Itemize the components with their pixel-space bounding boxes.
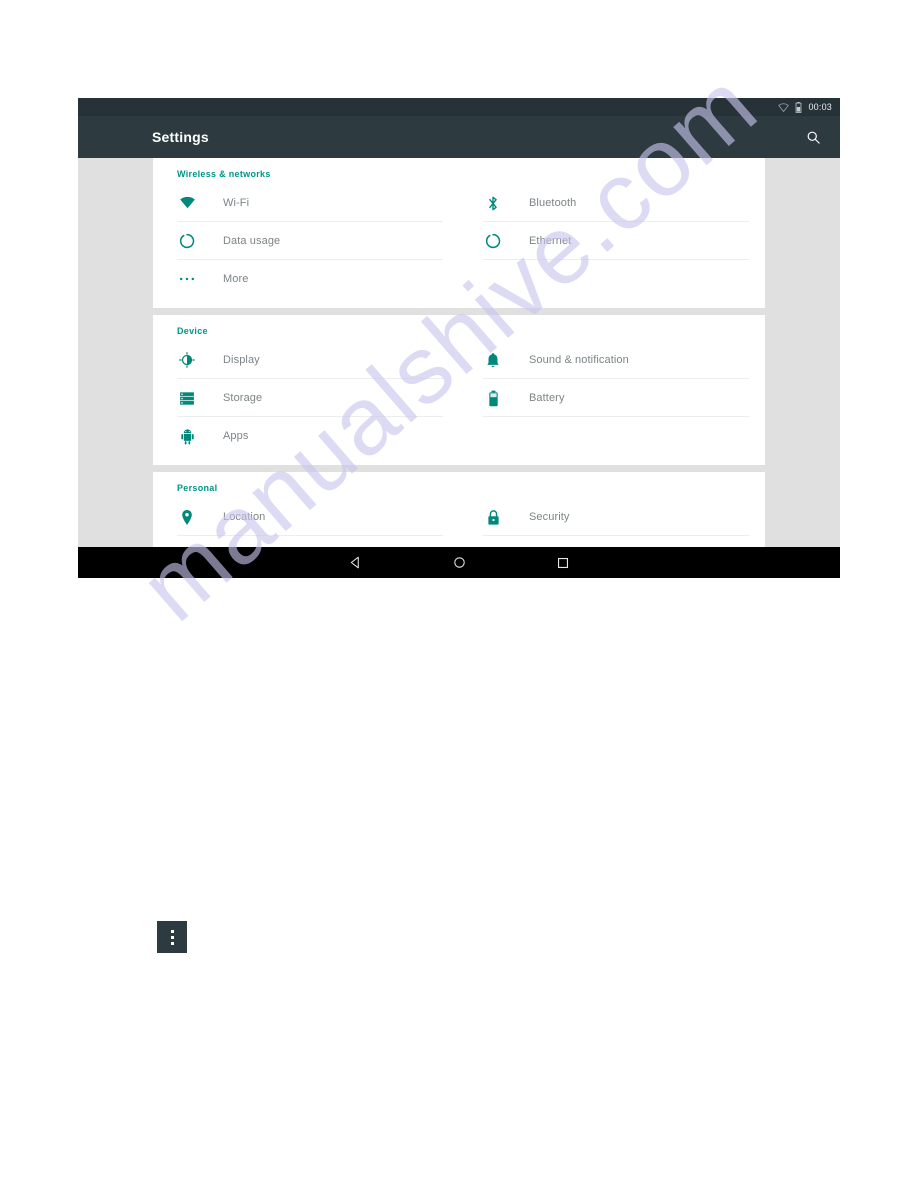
- settings-rows-personal: Location Security: [153, 498, 765, 547]
- recents-key[interactable]: [548, 551, 578, 575]
- search-icon[interactable]: [802, 126, 824, 148]
- battery-icon: [795, 101, 802, 113]
- action-bar: Settings: [78, 116, 840, 158]
- back-key[interactable]: [340, 551, 370, 575]
- bluetooth-icon: [483, 193, 503, 213]
- data-usage-icon: [177, 231, 197, 251]
- settings-row-sound-notification[interactable]: Sound & notification: [459, 341, 765, 379]
- battery-icon: [483, 388, 503, 408]
- settings-row-security[interactable]: Security: [459, 498, 765, 536]
- settings-row-spacer: [459, 417, 765, 455]
- storage-icon: [177, 388, 197, 408]
- settings-row-label: Display: [223, 354, 260, 366]
- page-title: Settings: [152, 129, 209, 145]
- settings-row-battery[interactable]: Battery: [459, 379, 765, 417]
- settings-row-label: Data usage: [223, 235, 281, 247]
- wifi-icon: [778, 102, 790, 112]
- settings-row-label: Ethernet: [529, 235, 572, 247]
- settings-row-wifi[interactable]: Wi-Fi: [153, 184, 459, 222]
- apps-icon: [177, 426, 197, 446]
- settings-row-label: More: [223, 273, 249, 285]
- overflow-dots: [170, 928, 174, 946]
- settings-row-data-usage[interactable]: Data usage: [153, 222, 459, 260]
- status-bar: 00:03: [78, 98, 840, 116]
- settings-card-wireless: Wireless & networks Wi-Fi Bluetooth Data…: [153, 158, 765, 308]
- section-header-device: Device: [177, 326, 208, 336]
- section-header-wireless: Wireless & networks: [177, 169, 271, 179]
- settings-row-apps[interactable]: Apps: [153, 417, 459, 455]
- settings-row-label: Location: [223, 511, 266, 523]
- settings-row-label: Storage: [223, 392, 263, 404]
- settings-rows-device: Display Sound & notification Storage Bat…: [153, 341, 765, 455]
- ethernet-icon: [483, 231, 503, 251]
- settings-card-personal: Personal Location Security: [153, 472, 765, 547]
- status-icons: 00:03: [778, 101, 832, 113]
- more-icon: [177, 269, 197, 289]
- overflow-dot: [170, 941, 174, 945]
- status-clock: 00:03: [808, 102, 832, 112]
- section-header-personal: Personal: [177, 483, 218, 493]
- bell-icon: [483, 350, 503, 370]
- navigation-bar: [78, 547, 840, 578]
- lock-icon: [483, 507, 503, 527]
- overflow-dot: [170, 935, 174, 939]
- overflow-menu-icon[interactable]: [157, 921, 187, 953]
- settings-row-label: Wi-Fi: [223, 197, 250, 209]
- settings-row-label: Battery: [529, 392, 565, 404]
- settings-row-language-input[interactable]: Language & input: [459, 536, 765, 547]
- settings-card-device: Device Display Sound & notification Stor…: [153, 315, 765, 465]
- home-key[interactable]: [444, 551, 474, 575]
- settings-row-label: Bluetooth: [529, 197, 577, 209]
- overflow-dot: [170, 929, 174, 933]
- settings-content[interactable]: Wireless & networks Wi-Fi Bluetooth Data…: [78, 158, 840, 547]
- settings-row-label: Security: [529, 511, 570, 523]
- settings-scroll-container: Wireless & networks Wi-Fi Bluetooth Data…: [153, 158, 765, 547]
- settings-row-accounts[interactable]: Accounts: [153, 536, 459, 547]
- settings-row-location[interactable]: Location: [153, 498, 459, 536]
- settings-row-storage[interactable]: Storage: [153, 379, 459, 417]
- settings-row-spacer: [459, 260, 765, 298]
- settings-row-label: Sound & notification: [529, 354, 629, 366]
- tablet-screenshot: 00:03 Settings Wireless & networks Wi-Fi…: [78, 98, 840, 578]
- settings-row-label: Apps: [223, 430, 249, 442]
- settings-row-ethernet[interactable]: Ethernet: [459, 222, 765, 260]
- wifi-icon: [177, 193, 197, 213]
- settings-rows-wireless: Wi-Fi Bluetooth Data usage Ethernet More: [153, 184, 765, 298]
- settings-row-display[interactable]: Display: [153, 341, 459, 379]
- settings-row-more[interactable]: More: [153, 260, 459, 298]
- settings-row-bluetooth[interactable]: Bluetooth: [459, 184, 765, 222]
- display-icon: [177, 350, 197, 370]
- location-icon: [177, 507, 197, 527]
